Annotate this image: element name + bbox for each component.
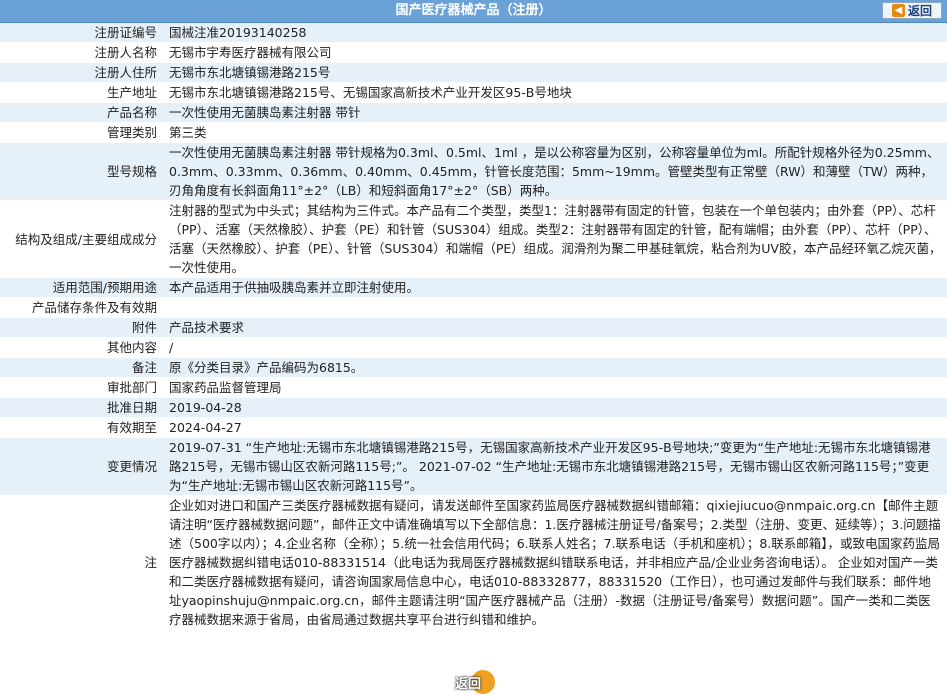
table-row: 其他内容 / [0, 337, 947, 358]
arrow-left-icon: ◀ [891, 4, 905, 17]
field-label: 附件 [0, 317, 161, 338]
back-button-top[interactable]: ◀ 返回 [882, 2, 942, 19]
field-label: 管理类别 [0, 122, 161, 143]
field-label: 备注 [0, 357, 161, 378]
field-label: 生产地址 [0, 82, 161, 103]
field-value: 本产品适用于供抽吸胰岛素并立即注射使用。 [161, 277, 947, 298]
back-button-bottom[interactable]: 返回 [441, 669, 495, 695]
page-title: 国产医疗器械产品（注册） [395, 3, 552, 18]
table-row: 产品储存条件及有效期 [0, 297, 947, 318]
title-bar: 国产医疗器械产品（注册） ◀ 返回 [0, 0, 947, 23]
field-value: 原《分类目录》产品编码为6815。 [161, 357, 947, 378]
field-value: 一次性使用无菌胰岛素注射器 带针 [161, 102, 947, 123]
field-label: 变更情况 [0, 437, 161, 496]
field-label: 型号规格 [0, 142, 161, 201]
field-value: / [161, 337, 947, 358]
table-row: 适用范围/预期用途 本产品适用于供抽吸胰岛素并立即注射使用。 [0, 277, 947, 298]
field-label: 注 [0, 495, 161, 630]
table-row: 有效期至 2024-04-27 [0, 417, 947, 438]
field-value: 企业如对进口和国产三类医疗器械数据有疑问，请发送邮件至国家药监局医疗器械数据纠错… [161, 495, 947, 630]
table-row: 注 企业如对进口和国产三类医疗器械数据有疑问，请发送邮件至国家药监局医疗器械数据… [0, 495, 947, 630]
field-value: 国家药品监督管理局 [161, 377, 947, 398]
table-row: 备注 原《分类目录》产品编码为6815。 [0, 357, 947, 378]
field-label: 有效期至 [0, 417, 161, 438]
field-label: 其他内容 [0, 337, 161, 358]
field-label: 适用范围/预期用途 [0, 277, 161, 298]
table-row: 批准日期 2019-04-28 [0, 397, 947, 418]
table-row: 管理类别 第三类 [0, 122, 947, 143]
field-label: 产品储存条件及有效期 [0, 297, 161, 318]
table-row: 注册人名称 无锡市宇寿医疗器械有限公司 [0, 42, 947, 63]
field-label: 批准日期 [0, 397, 161, 418]
back-button-label: 返回 [907, 4, 932, 18]
table-row: 注册人住所 无锡市东北塘镇锡港路215号 [0, 62, 947, 83]
field-value: 无锡市宇寿医疗器械有限公司 [161, 42, 947, 63]
product-detail-table: 注册证编号 国械注准20193140258 注册人名称 无锡市宇寿医疗器械有限公… [0, 23, 947, 630]
field-label: 注册证编号 [0, 23, 161, 43]
back-button-bottom-label: 返回 [454, 676, 481, 692]
field-value: 注射器的型式为中头式；其结构为三件式。本产品有二个类型，类型1：注射器带有固定的… [161, 200, 947, 278]
table-row: 变更情况 2019-07-31 “生产地址:无锡市东北塘镇锡港路215号，无锡国… [0, 437, 947, 496]
table-row: 审批部门 国家药品监督管理局 [0, 377, 947, 398]
table-row: 注册证编号 国械注准20193140258 [0, 23, 947, 43]
field-value [161, 297, 947, 318]
field-value: 国械注准20193140258 [161, 23, 947, 43]
field-label: 结构及组成/主要组成成分 [0, 200, 161, 278]
field-value: 无锡市东北塘镇锡港路215号、无锡国家高新技术产业开发区95-B号地块 [161, 82, 947, 103]
table-row: 产品名称 一次性使用无菌胰岛素注射器 带针 [0, 102, 947, 123]
table-row: 生产地址 无锡市东北塘镇锡港路215号、无锡国家高新技术产业开发区95-B号地块 [0, 82, 947, 103]
table-row: 型号规格 一次性使用无菌胰岛素注射器 带针规格为0.3ml、0.5ml、1ml … [0, 142, 947, 201]
field-label: 审批部门 [0, 377, 161, 398]
field-value: 一次性使用无菌胰岛素注射器 带针规格为0.3ml、0.5ml、1ml ，是以公称… [161, 142, 947, 201]
field-value: 2024-04-27 [161, 417, 947, 438]
field-value: 2019-04-28 [161, 397, 947, 418]
table-row: 附件 产品技术要求 [0, 317, 947, 338]
field-label: 产品名称 [0, 102, 161, 123]
field-label: 注册人名称 [0, 42, 161, 63]
field-value: 第三类 [161, 122, 947, 143]
field-value: 2019-07-31 “生产地址:无锡市东北塘镇锡港路215号，无锡国家高新技术… [161, 437, 947, 496]
field-value: 产品技术要求 [161, 317, 947, 338]
table-row: 结构及组成/主要组成成分 注射器的型式为中头式；其结构为三件式。本产品有二个类型… [0, 200, 947, 278]
field-value: 无锡市东北塘镇锡港路215号 [161, 62, 947, 83]
field-label: 注册人住所 [0, 62, 161, 83]
